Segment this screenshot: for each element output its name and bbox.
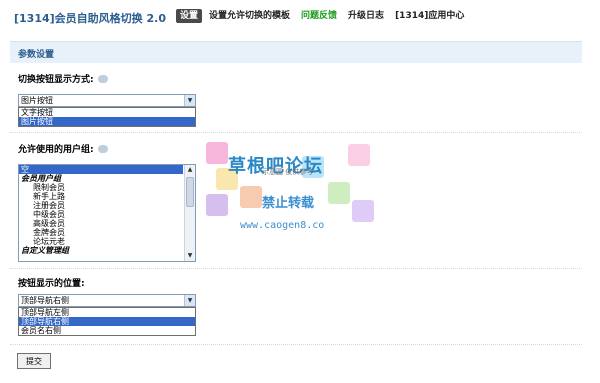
watermark-block xyxy=(352,200,374,222)
help-icon[interactable] xyxy=(97,74,108,83)
watermark-faint-text: 示意图 仅供参考 xyxy=(262,168,314,176)
switch-mode-select[interactable]: 图片按钮 ▼ xyxy=(18,94,196,107)
button-position-label: 按钮显示的位置: xyxy=(18,279,85,289)
nav-app-center[interactable]: [1314]应用中心 xyxy=(395,9,464,23)
divider xyxy=(10,132,582,133)
chevron-down-icon[interactable]: ▼ xyxy=(184,295,195,306)
section-title: 参数设置 xyxy=(18,50,55,60)
user-groups-label: 允许使用的用户组: xyxy=(18,142,108,155)
watermark-subtitle: 禁止转载 xyxy=(262,196,315,211)
nav-settings[interactable]: 设置 xyxy=(176,9,203,23)
user-group-option[interactable]: 金牌会员 xyxy=(19,228,183,237)
top-bar: [1314]会员自助风格切换 2.0 设置 设置允许切换的模板 问题反馈 升级日… xyxy=(0,0,600,34)
scroll-up-icon[interactable]: ▲ xyxy=(185,165,195,175)
nav-allowed-templates[interactable]: 设置允许切换的模板 xyxy=(209,9,290,23)
scrollbar-thumb[interactable] xyxy=(186,177,194,207)
user-group-option[interactable]: 论坛元老 xyxy=(19,237,183,246)
switch-mode-dropdown: 文字按钮 图片按钮 xyxy=(18,107,196,127)
user-group-option[interactable]: 新手上路 xyxy=(19,192,183,201)
watermark-block xyxy=(348,144,370,166)
user-group-option[interactable]: 注册会员 xyxy=(19,201,183,210)
watermark-block xyxy=(328,182,350,204)
user-group-option[interactable]: 空 xyxy=(19,165,183,174)
nav-changelog[interactable]: 升级日志 xyxy=(348,9,384,23)
switch-mode-label: 切换按钮显示方式: xyxy=(18,72,108,85)
chevron-down-icon[interactable]: ▼ xyxy=(184,95,195,106)
watermark: 草根吧论坛 禁止转载 www.caogen8.co xyxy=(206,142,376,240)
user-groups-list: 空 会员用户组 限制会员 新手上路 注册会员 中级会员 高级会员 金牌会员 论坛… xyxy=(19,165,183,255)
button-position-option[interactable]: 顶部导航左侧 xyxy=(19,308,195,317)
submit-button[interactable]: 提交 xyxy=(17,353,51,369)
watermark-block xyxy=(240,186,262,208)
button-position-dropdown: 顶部导航左侧 顶部导航右侧 会员名右侧 xyxy=(18,307,196,336)
divider xyxy=(10,268,582,269)
scroll-down-icon[interactable]: ▼ xyxy=(185,251,195,261)
watermark-url: www.caogen8.co xyxy=(240,220,325,231)
watermark-block xyxy=(206,194,228,216)
user-group-heading: 自定义管理组 xyxy=(21,246,69,255)
button-position-option[interactable]: 顶部导航右侧 xyxy=(19,317,195,326)
user-group-heading: 会员用户组 xyxy=(21,174,61,183)
button-position-option[interactable]: 会员名右侧 xyxy=(19,326,195,335)
user-groups-multiselect[interactable]: 空 会员用户组 限制会员 新手上路 注册会员 中级会员 高级会员 金牌会员 论坛… xyxy=(18,164,196,262)
user-group-option[interactable]: 中级会员 xyxy=(19,210,183,219)
help-icon[interactable] xyxy=(97,144,108,153)
user-group-option[interactable]: 限制会员 xyxy=(19,183,183,192)
watermark-block xyxy=(206,142,228,164)
switch-mode-option[interactable]: 文字按钮 xyxy=(19,108,195,117)
button-position-select[interactable]: 顶部导航右侧 ▼ xyxy=(18,294,196,307)
switch-mode-option[interactable]: 图片按钮 xyxy=(19,117,195,126)
divider xyxy=(10,344,582,345)
scrollbar[interactable]: ▲ ▼ xyxy=(184,165,195,261)
user-group-option[interactable]: 高级会员 xyxy=(19,219,183,228)
section-header: 参数设置 xyxy=(10,41,582,63)
top-nav: 设置 设置允许切换的模板 问题反馈 升级日志 [1314]应用中心 xyxy=(176,9,475,23)
nav-feedback[interactable]: 问题反馈 xyxy=(301,9,337,23)
app-title: [1314]会员自助风格切换 2.0 xyxy=(14,12,166,25)
